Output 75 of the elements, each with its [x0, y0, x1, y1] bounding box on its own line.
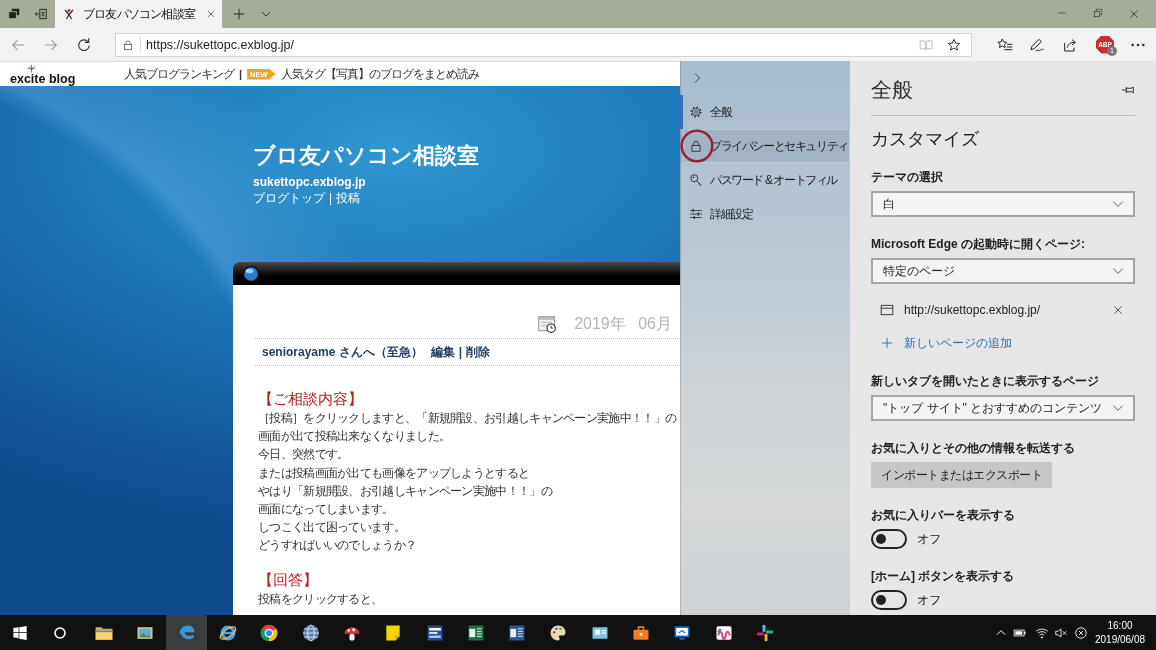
tag-link[interactable]: 人気タグ【写真】のブログをまとめ読み	[280, 65, 479, 83]
four-panes-icon[interactable]	[12, 624, 28, 641]
setting-label: 新しいタブを開いたときに表示するページ	[871, 373, 1099, 389]
setting-label: お気に入りバーを表示する	[871, 507, 1015, 523]
separator: |	[239, 68, 243, 80]
star-icon[interactable]	[947, 37, 961, 52]
panel-title: 全般	[871, 77, 913, 103]
post-action-link[interactable]: 削除	[466, 344, 491, 360]
setting-label: Microsoft Edge の起動時に開くページ:	[871, 236, 1085, 252]
blog-title: ブロ友パソコン相談室	[253, 143, 480, 169]
segmented-circle-icon	[259, 622, 280, 643]
pin-icon[interactable]	[1121, 83, 1135, 97]
refresh-icon[interactable]	[76, 36, 92, 53]
share-icon[interactable]	[1062, 36, 1078, 53]
orb-icon	[242, 264, 260, 283]
section-heading: 【ご相談内容】	[258, 389, 363, 409]
toggle-switch[interactable]	[871, 590, 907, 610]
section-heading: カスタマイズ	[871, 128, 979, 150]
pinwheel-icon	[754, 622, 775, 643]
lock-icon	[689, 139, 703, 153]
sidebar-item[interactable]: パスワード & オートフィル	[680, 163, 850, 197]
browser-tab[interactable]: ブロ友パソコン相談室	[55, 0, 222, 28]
circle-x-icon[interactable]	[1074, 625, 1088, 640]
wifi-icon[interactable]	[1035, 625, 1049, 640]
figure-icon	[63, 8, 75, 20]
page-icon	[880, 303, 894, 317]
sidebar-item[interactable]: プライバシーとセキュリティ	[680, 129, 850, 163]
address-field[interactable]: https://sukettopc.exblog.jp/	[115, 32, 972, 57]
clock-date: 2019/06/08	[1094, 632, 1146, 647]
setting-label: お気に入りとその他の情報を転送する	[871, 440, 1075, 456]
sparkle-icon	[27, 63, 36, 73]
close-icon[interactable]	[1128, 8, 1140, 20]
taskbar-button[interactable]	[166, 615, 208, 650]
arrow-panel-icon[interactable]	[34, 7, 48, 21]
add-page-link[interactable]: 新しいページの追加	[880, 332, 1012, 354]
volume-mute-icon[interactable]	[1054, 625, 1068, 640]
lock-icon	[122, 38, 134, 51]
post-action-link[interactable]: 編集	[430, 344, 455, 360]
plus-icon	[880, 336, 894, 350]
separator: |	[458, 344, 463, 360]
key-icon	[689, 173, 703, 187]
globe-icon	[300, 622, 321, 643]
gear-icon	[689, 105, 703, 119]
clock-time: 16:00	[1107, 618, 1133, 633]
blog-domain: sukettopc.exblog.jp	[253, 174, 367, 190]
section-heading: 【回答】	[258, 569, 318, 590]
dropdown[interactable]: "トップ サイト" とおすすめのコンテンツ	[871, 395, 1135, 421]
pen-icon[interactable]	[1029, 36, 1045, 53]
restore-icon[interactable]	[1093, 8, 1103, 18]
blog-nav-link[interactable]: ブログトップ	[253, 190, 325, 206]
import-export-button[interactable]: インポートまたはエクスポート	[871, 462, 1052, 488]
site-logo[interactable]: excite blog	[10, 72, 76, 85]
window-stack-icon[interactable]	[7, 7, 21, 21]
page-url: http://sukettopc.exblog.jp/	[904, 303, 1041, 317]
setting-label: [ホーム] ボタンを表示する	[871, 568, 1015, 584]
dropdown[interactable]: 白	[871, 191, 1135, 217]
star-list-icon[interactable]	[997, 36, 1013, 53]
close-icon[interactable]	[1112, 304, 1124, 316]
sliders-icon	[689, 207, 703, 221]
toggle-state: オフ	[917, 530, 941, 548]
toggle-switch[interactable]	[871, 529, 907, 549]
ring-icon[interactable]	[52, 624, 68, 641]
separator: |	[329, 190, 333, 206]
toggle-state: オフ	[917, 591, 941, 609]
paragraph: 投稿をクリックすると、	[258, 590, 383, 608]
sidebar-item[interactable]: 詳細設定	[680, 197, 850, 231]
ranking-link[interactable]: 人気ブログランキング	[124, 65, 234, 83]
calendar-icon	[537, 314, 558, 334]
paragraph: ［投稿］をクリックしますと、「新規開設、お引越しキャンペーン実施中！！」の 画面が出て投稿出来なくなりました。 今日、突然です。 または投稿画面が出ても画像をアップしようとすると やはり「新規開設、お引越しキャンペーン実施中！！」の 画面になってしまいます。 しつこく出て困っています。 どうすればいいのでしょうか？	[258, 410, 677, 555]
post-date: 2019年 06月	[574, 313, 672, 334]
blog-nav-link[interactable]: 投稿	[336, 190, 361, 206]
post-title: seniorayame さんへ（至急）	[262, 344, 423, 360]
setting-label: テーマの選択	[871, 169, 943, 185]
close-icon[interactable]	[206, 9, 216, 19]
dropdown[interactable]: 特定のページ	[871, 258, 1135, 284]
